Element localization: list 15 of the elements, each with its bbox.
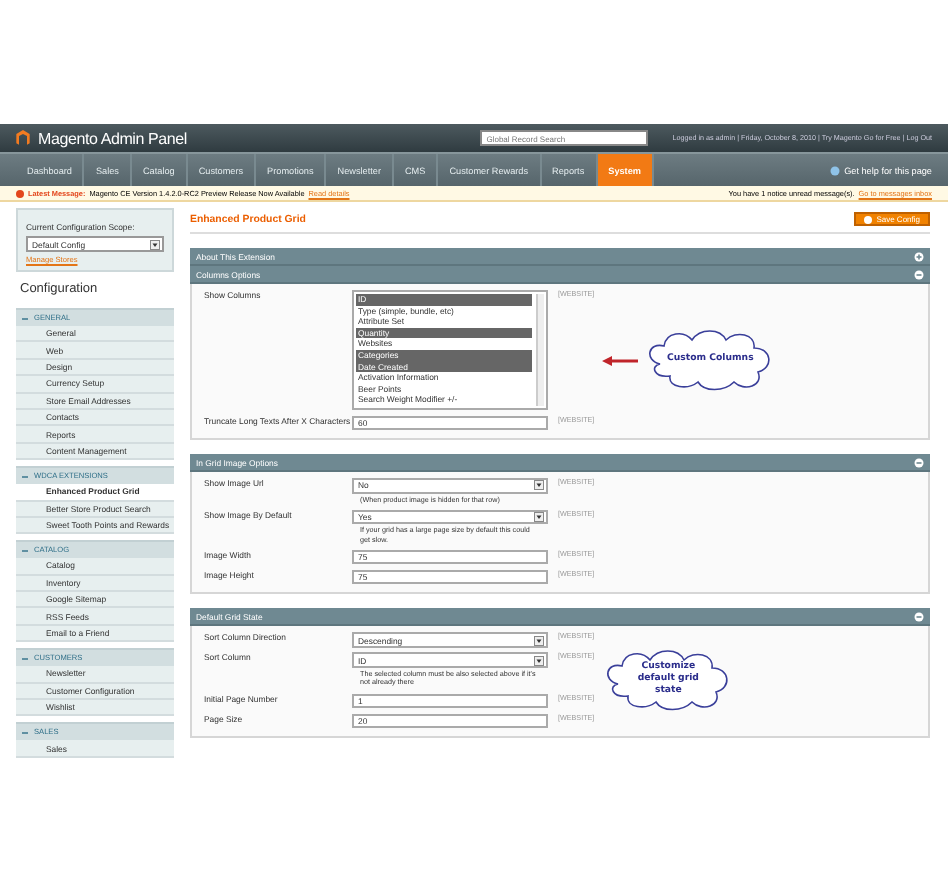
- select-arrow-icon[interactable]: [534, 511, 544, 522]
- select-arrow-icon[interactable]: [534, 655, 544, 666]
- logo-icon: [16, 130, 30, 146]
- scrollbar[interactable]: [536, 294, 544, 406]
- alert-icon: [16, 189, 24, 197]
- select-arrow-icon[interactable]: [534, 635, 544, 646]
- collapse-icon[interactable]: [914, 457, 924, 468]
- logo-text: Magento Admin Panel: [38, 129, 187, 147]
- help-icon[interactable]: [830, 165, 841, 175]
- collapse-icon[interactable]: [914, 611, 924, 622]
- collapse-icon[interactable]: [914, 269, 924, 279]
- select-arrow-icon[interactable]: [150, 239, 160, 249]
- collapse-icon: [22, 315, 28, 321]
- expand-icon[interactable]: [914, 251, 924, 261]
- select-arrow-icon[interactable]: [534, 480, 544, 491]
